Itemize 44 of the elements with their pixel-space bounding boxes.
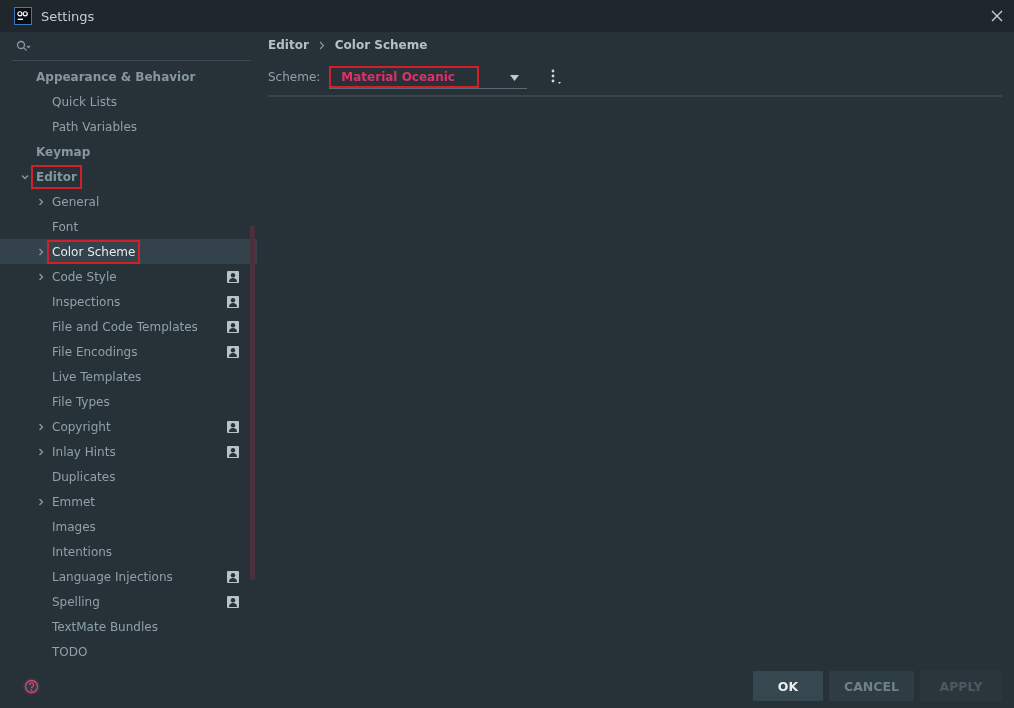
chevron-right-icon[interactable] bbox=[36, 246, 46, 257]
tree-item[interactable]: Copyright bbox=[0, 414, 257, 439]
tree-item[interactable]: Inlay Hints bbox=[0, 439, 257, 464]
tree-item[interactable]: Appearance & Behavior bbox=[0, 64, 257, 89]
breadcrumb-item[interactable]: Editor bbox=[268, 38, 309, 52]
close-icon[interactable] bbox=[990, 9, 1004, 23]
dialog-button[interactable]: CANCEL bbox=[829, 671, 914, 701]
chevron-right-icon[interactable] bbox=[36, 196, 46, 207]
tree-item[interactable]: Intentions bbox=[0, 539, 257, 564]
tree-item[interactable]: File and Code Templates bbox=[0, 314, 257, 339]
window-title: Settings bbox=[41, 8, 96, 24]
dropdown-arrow-icon bbox=[510, 74, 520, 81]
tree-item[interactable]: File Types bbox=[0, 389, 257, 414]
chevron-right-icon[interactable] bbox=[36, 271, 46, 282]
tree-item[interactable]: Emmet bbox=[0, 489, 257, 514]
tree-item[interactable]: Spelling bbox=[0, 589, 257, 614]
tree-item[interactable]: Color Scheme bbox=[0, 239, 257, 264]
app-logo-icon bbox=[14, 7, 32, 25]
help-icon[interactable] bbox=[23, 678, 40, 695]
more-options-icon[interactable] bbox=[550, 69, 563, 85]
tree-item[interactable]: Duplicates bbox=[0, 464, 257, 489]
chevron-right-icon bbox=[318, 40, 325, 50]
chevron-right-icon[interactable] bbox=[36, 446, 46, 457]
search-icon bbox=[16, 39, 31, 53]
tree-item[interactable]: Keymap bbox=[0, 139, 257, 164]
tree-item[interactable]: File Encodings bbox=[0, 339, 257, 364]
tree-item[interactable]: Editor bbox=[0, 164, 257, 189]
tree-item[interactable]: Inspections bbox=[0, 289, 257, 314]
tree-item[interactable]: TODO bbox=[0, 639, 257, 664]
chevron-right-icon[interactable] bbox=[36, 496, 46, 507]
breadcrumb-item[interactable]: Color Scheme bbox=[334, 38, 428, 52]
tree-item[interactable]: Images bbox=[0, 514, 257, 539]
tree-item[interactable]: Font bbox=[0, 214, 257, 239]
tree-item[interactable]: Live Templates bbox=[0, 364, 257, 389]
scheme-label: Scheme: bbox=[268, 70, 321, 84]
dialog-button[interactable]: OK bbox=[753, 671, 823, 701]
tree-item[interactable]: Quick Lists bbox=[0, 89, 257, 114]
tree-item[interactable]: TextMate Bundles bbox=[0, 614, 257, 639]
tree-item[interactable]: Language Injections bbox=[0, 564, 257, 589]
tree-item[interactable]: General bbox=[0, 189, 257, 214]
tree-item[interactable]: Path Variables bbox=[0, 114, 257, 139]
tree-item[interactable]: Code Style bbox=[0, 264, 257, 289]
scrollbar[interactable] bbox=[250, 225, 255, 580]
chevron-right-icon[interactable] bbox=[36, 421, 46, 432]
